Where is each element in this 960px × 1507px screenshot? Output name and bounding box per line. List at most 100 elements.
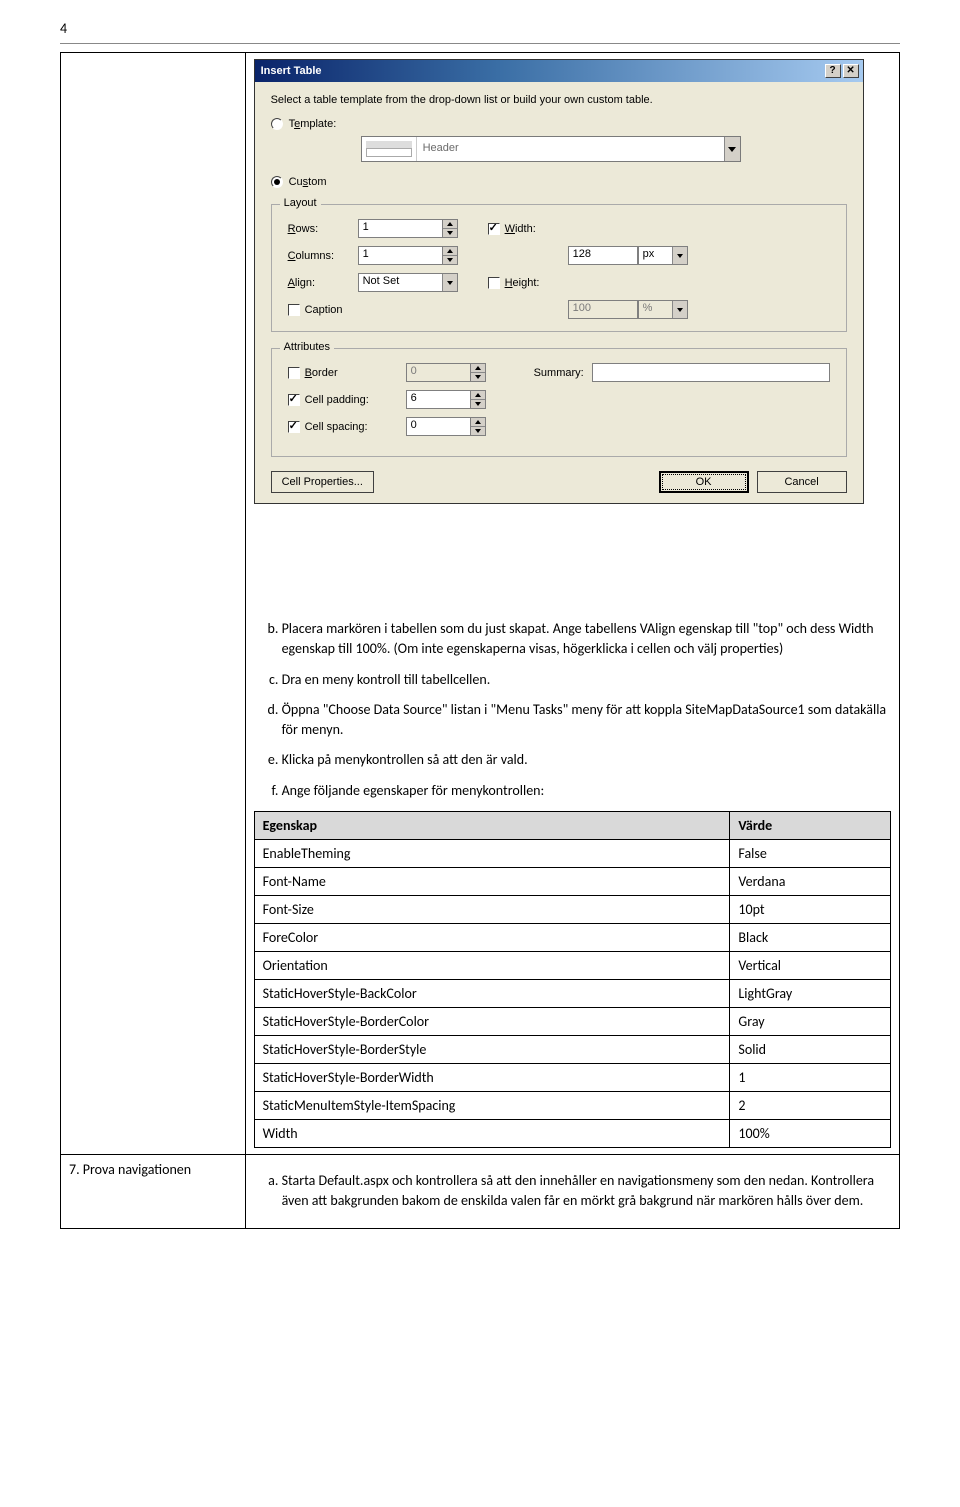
rows-spin-down[interactable] xyxy=(443,229,457,237)
prop-value: Verdana xyxy=(730,868,891,896)
caption-checkbox[interactable] xyxy=(288,304,300,316)
prop-name: StaticHoverStyle-BorderStyle xyxy=(254,1036,730,1064)
prop-name: Width xyxy=(254,1120,730,1148)
step-d: Öppna "Choose Data Source" listan i "Men… xyxy=(282,700,891,741)
prop-name: StaticMenuItemStyle-ItemSpacing xyxy=(254,1092,730,1120)
table-row: StaticHoverStyle-BorderWidth1 xyxy=(254,1064,890,1092)
layout-group: Layout Rows: 1 Width: Columns: 1 xyxy=(271,204,847,332)
layout-legend: Layout xyxy=(280,197,321,209)
width-unit-arrow[interactable] xyxy=(672,247,687,264)
template-radio[interactable] xyxy=(271,118,283,130)
width-label: Width: xyxy=(505,223,536,235)
custom-radio[interactable] xyxy=(271,176,283,188)
table-row: ForeColorBlack xyxy=(254,924,890,952)
table-row: Font-NameVerdana xyxy=(254,868,890,896)
section7-right: Starta Default.aspx och kontrollera så a… xyxy=(245,1155,899,1229)
prop-value: Black xyxy=(730,924,891,952)
ok-button[interactable]: OK xyxy=(659,471,749,493)
columns-input[interactable]: 1 xyxy=(358,246,458,265)
custom-label: Custom xyxy=(289,176,327,188)
cellpadding-checkbox[interactable] xyxy=(288,394,300,406)
section7-left: 7. Prova navigationen xyxy=(61,1155,246,1229)
caption-label: Caption xyxy=(305,304,343,316)
table-row: Font-Size10pt xyxy=(254,896,890,924)
prop-name: Orientation xyxy=(254,952,730,980)
align-combo-arrow[interactable] xyxy=(442,274,457,291)
rows-spin-up[interactable] xyxy=(443,220,457,229)
cellpadding-label: Cell padding: xyxy=(305,394,369,406)
template-combo-text: Header xyxy=(417,137,724,161)
step-f: Ange följande egenskaper för menykontrol… xyxy=(282,781,891,801)
page-number: 4 xyxy=(60,20,900,37)
summary-input[interactable] xyxy=(592,363,830,382)
height-input: 100 xyxy=(568,300,638,319)
prop-value: Vertical xyxy=(730,952,891,980)
prop-value: 100% xyxy=(730,1120,891,1148)
prop-name: EnableTheming xyxy=(254,840,730,868)
align-combo[interactable]: Not Set xyxy=(358,273,458,292)
width-input[interactable]: 128 xyxy=(568,246,638,265)
dialog-intro: Select a table template from the drop-do… xyxy=(271,94,847,106)
table-row: StaticHoverStyle-BorderColorGray xyxy=(254,1008,890,1036)
height-label: Height: xyxy=(505,277,540,289)
cellspacing-label: Cell spacing: xyxy=(305,421,368,433)
cols-spin-down[interactable] xyxy=(443,256,457,264)
prop-name: ForeColor xyxy=(254,924,730,952)
cellpadding-input[interactable]: 6 xyxy=(406,390,486,409)
dialog-titlebar[interactable]: Insert Table ? ✕ xyxy=(255,60,863,82)
prop-name: StaticHoverStyle-BorderWidth xyxy=(254,1064,730,1092)
summary-label: Summary: xyxy=(534,367,584,379)
template-label: Template: xyxy=(289,118,337,130)
prop-value: LightGray xyxy=(730,980,891,1008)
width-checkbox[interactable] xyxy=(488,223,500,235)
height-unit-combo: % xyxy=(638,300,688,319)
help-button[interactable]: ? xyxy=(825,64,841,78)
border-input: 0 xyxy=(406,363,486,382)
step-c: Dra en meny kontroll till tabellcellen. xyxy=(282,670,891,690)
border-label: Border xyxy=(305,367,338,379)
height-unit-arrow xyxy=(672,301,687,318)
template-combo[interactable]: Header xyxy=(361,136,741,162)
th-varde: Värde xyxy=(730,812,891,840)
rows-label: Rows: xyxy=(288,223,358,235)
table-row: Width100% xyxy=(254,1120,890,1148)
columns-label: Columns: xyxy=(288,250,358,262)
table-row: StaticMenuItemStyle-ItemSpacing2 xyxy=(254,1092,890,1120)
cols-spin-up[interactable] xyxy=(443,247,457,256)
template-combo-arrow[interactable] xyxy=(724,137,740,161)
table-row: StaticHoverStyle-BorderStyleSolid xyxy=(254,1036,890,1064)
table-row: OrientationVertical xyxy=(254,952,890,980)
template-preview-icon xyxy=(362,137,417,161)
align-label: Align: xyxy=(288,277,358,289)
attributes-group: Attributes Border 0 Summary: Cell paddin… xyxy=(271,348,847,457)
rows-input[interactable]: 1 xyxy=(358,219,458,238)
step7-a: Starta Default.aspx och kontrollera så a… xyxy=(282,1171,891,1212)
prop-name: StaticHoverStyle-BorderColor xyxy=(254,1008,730,1036)
row1-left xyxy=(61,53,246,1155)
cellspacing-input[interactable]: 0 xyxy=(406,417,486,436)
prop-name: Font-Size xyxy=(254,896,730,924)
border-checkbox[interactable] xyxy=(288,367,300,379)
prop-value: 1 xyxy=(730,1064,891,1092)
insert-table-dialog: Insert Table ? ✕ Select a table template… xyxy=(254,59,864,504)
prop-value: Solid xyxy=(730,1036,891,1064)
properties-table: Egenskap Värde EnableThemingFalseFont-Na… xyxy=(254,811,891,1148)
table-row: StaticHoverStyle-BackColorLightGray xyxy=(254,980,890,1008)
top-rule xyxy=(60,43,900,44)
prop-value: 10pt xyxy=(730,896,891,924)
dialog-title: Insert Table xyxy=(259,65,823,77)
prop-value: False xyxy=(730,840,891,868)
th-egenskap: Egenskap xyxy=(254,812,730,840)
cellspacing-checkbox[interactable] xyxy=(288,421,300,433)
cancel-button[interactable]: Cancel xyxy=(757,471,847,493)
attributes-legend: Attributes xyxy=(280,341,334,353)
prop-value: Gray xyxy=(730,1008,891,1036)
step-e: Klicka på menykontrollen så att den är v… xyxy=(282,750,891,770)
height-checkbox[interactable] xyxy=(488,277,500,289)
row1-right: Insert Table ? ✕ Select a table template… xyxy=(245,53,899,1155)
step-b: Placera markören i tabellen som du just … xyxy=(282,619,891,660)
cell-properties-button[interactable]: Cell Properties... xyxy=(271,471,374,493)
prop-value: 2 xyxy=(730,1092,891,1120)
close-button[interactable]: ✕ xyxy=(843,64,859,78)
width-unit-combo[interactable]: px xyxy=(638,246,688,265)
